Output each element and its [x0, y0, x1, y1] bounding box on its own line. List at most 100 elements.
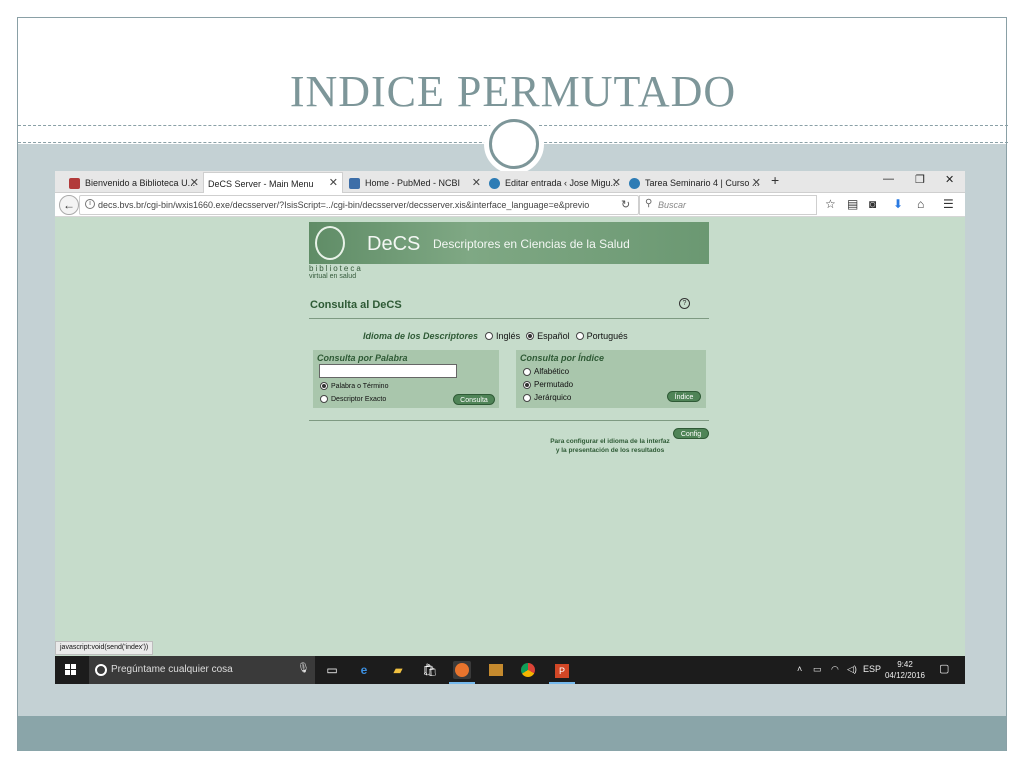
option-jerarquico[interactable]: Jerárquico: [521, 393, 571, 402]
new-tab-button[interactable]: +: [771, 172, 779, 188]
cortana-search-input[interactable]: Pregúntame cualquier cosa: [89, 656, 315, 684]
slide-footer-band: [18, 716, 1006, 751]
powerpoint-active-indicator: [549, 682, 575, 684]
tab-label: Tarea Seminario 4 | Curso ...: [645, 178, 760, 188]
windows-taskbar: Pregúntame cualquier cosa 🎙 ▭ e ▰ 🛍 P ˄ …: [55, 656, 965, 684]
downloads-icon[interactable]: ⬇: [893, 197, 903, 211]
battery-icon[interactable]: ▭: [813, 664, 822, 675]
clock-time: 9:42: [897, 660, 913, 669]
wifi-icon[interactable]: ◠: [831, 664, 839, 675]
url-bar[interactable]: decs.bvs.br/cgi-bin/wxis1660.exe/decsser…: [79, 195, 639, 215]
term-input[interactable]: [319, 364, 457, 378]
decs-banner: DeCS Descriptores en Ciencias de la Salu…: [309, 222, 709, 264]
option-descriptor-exacto[interactable]: Descriptor Exacto: [318, 395, 386, 403]
bvs-caption-line1: biblioteca: [309, 264, 363, 273]
action-center-icon[interactable]: ▢: [939, 662, 949, 675]
close-tab-icon[interactable]: ✕: [752, 176, 761, 189]
biblioteca-favicon-icon: [69, 177, 80, 189]
restore-button[interactable]: ❐: [915, 173, 925, 186]
config-note: Para configurar el idioma de la interfaz…: [515, 437, 705, 455]
decs-page: DeCS Descriptores en Ciencias de la Salu…: [55, 217, 965, 641]
close-tab-icon[interactable]: ✕: [612, 176, 621, 189]
volume-icon[interactable]: ◁): [847, 664, 857, 675]
slide-title: INDICE PERMUTADO: [289, 67, 737, 116]
config-note-line1: Para configurar el idioma de la interfaz: [550, 438, 670, 445]
bvs-caption-line2: virtual en salud: [309, 273, 357, 280]
indice-button[interactable]: Índice: [667, 391, 701, 402]
reading-list-icon[interactable]: ▤: [847, 197, 858, 211]
edge-browser-icon[interactable]: e: [355, 661, 373, 679]
banner-subtitle: Descriptores en Ciencias de la Salud: [433, 237, 630, 251]
tab-editar-entrada[interactable]: Editar entrada ‹ Jose Migu... ✕: [485, 173, 625, 193]
menu-icon[interactable]: ☰: [943, 197, 954, 211]
close-tab-icon[interactable]: ✕: [329, 176, 338, 189]
option-alfabetico[interactable]: Alfabético: [521, 367, 569, 376]
pocket-icon[interactable]: ◙: [869, 197, 876, 211]
store-icon[interactable]: 🛍: [421, 661, 439, 679]
show-hidden-icons-icon[interactable]: ˄: [797, 664, 802, 674]
firefox-icon[interactable]: [453, 661, 471, 679]
option-permutado[interactable]: Permutado: [521, 380, 573, 389]
option-palabra[interactable]: Palabra o Término: [318, 382, 388, 390]
consulta-button[interactable]: Consulta: [453, 394, 495, 405]
language-option-label: Portugués: [586, 331, 628, 341]
back-arrow-icon[interactable]: ←: [59, 195, 79, 215]
bvs-caption: biblioteca virtual en salud: [309, 265, 363, 281]
windows-start-icon[interactable]: [65, 664, 77, 676]
tab-tarea-seminario[interactable]: Tarea Seminario 4 | Curso ... ✕: [625, 173, 765, 193]
microphone-icon[interactable]: 🎙: [297, 663, 310, 674]
tab-label: DeCS Server - Main Menu: [208, 178, 314, 189]
radio-espanol[interactable]: [526, 332, 535, 340]
radio-descriptor-exacto[interactable]: [320, 395, 328, 403]
option-label: Descriptor Exacto: [331, 395, 387, 403]
cortana-placeholder: Pregúntame cualquier cosa: [111, 664, 233, 675]
cortana-icon: [95, 664, 107, 676]
config-note-line2: y la presentación de los resultados: [555, 447, 665, 454]
index-panel-title: Consulta por Índice: [520, 353, 605, 363]
pubmed-favicon-icon: [349, 177, 360, 189]
firefox-active-indicator: [449, 682, 475, 684]
close-tab-icon[interactable]: ✕: [190, 176, 199, 189]
page-heading: Consulta al DeCS: [310, 299, 402, 311]
heading-divider: [309, 318, 709, 319]
tab-bar: Bienvenido a Biblioteca U... ✕ DeCS Serv…: [55, 171, 965, 194]
tab-decs-server[interactable]: DeCS Server - Main Menu ✕: [203, 172, 343, 194]
site-info-icon[interactable]: i: [85, 199, 95, 209]
radio-permutado[interactable]: [523, 380, 531, 389]
radio-palabra[interactable]: [320, 382, 328, 390]
language-option-label: Español: [537, 331, 570, 341]
photos-app-icon[interactable]: [487, 661, 505, 679]
file-explorer-icon[interactable]: ▰: [389, 661, 407, 679]
tab-label: Home - PubMed - NCBI: [365, 178, 461, 188]
tab-biblioteca[interactable]: Bienvenido a Biblioteca U... ✕: [65, 173, 203, 193]
search-input[interactable]: Buscar: [639, 195, 817, 215]
reload-icon[interactable]: ↻: [621, 198, 630, 211]
clock[interactable]: 9:42 04/12/2016: [877, 659, 933, 681]
index-search-panel: Consulta por Índice Alfabético Permutado…: [516, 350, 706, 408]
word-panel-title: Consulta por Palabra: [317, 353, 408, 363]
chrome-icon[interactable]: [519, 661, 537, 679]
search-placeholder: Buscar: [658, 200, 687, 210]
word-search-panel: Consulta por Palabra Palabra o Término D…: [313, 350, 499, 408]
minimize-button[interactable]: —: [883, 173, 894, 185]
radio-alfabetico[interactable]: [523, 367, 531, 376]
option-label: Jerárquico: [534, 393, 572, 402]
help-icon[interactable]: ?: [679, 298, 690, 309]
radio-ingles[interactable]: [485, 332, 494, 340]
tab-label: Editar entrada ‹ Jose Migu...: [505, 178, 619, 188]
close-tab-icon[interactable]: ✕: [472, 176, 481, 189]
language-label: Idioma de los Descriptores: [363, 331, 479, 341]
tab-pubmed[interactable]: Home - PubMed - NCBI ✕: [345, 173, 485, 193]
browser-screenshot: Bienvenido a Biblioteca U... ✕ DeCS Serv…: [55, 171, 965, 684]
radio-jerarquico[interactable]: [523, 393, 531, 402]
task-view-icon[interactable]: ▭: [323, 661, 341, 679]
radio-portugues[interactable]: [575, 332, 584, 340]
close-window-button[interactable]: ✕: [945, 173, 954, 186]
powerpoint-icon[interactable]: P: [553, 661, 571, 679]
language-option-label: Inglés: [496, 331, 521, 341]
home-icon[interactable]: ⌂: [917, 197, 924, 211]
search-icon: ⚲: [645, 198, 653, 209]
bookmark-star-icon[interactable]: ☆: [825, 197, 836, 211]
bvs-logo-icon: [315, 226, 345, 260]
wordpress-favicon-icon: [489, 177, 500, 189]
